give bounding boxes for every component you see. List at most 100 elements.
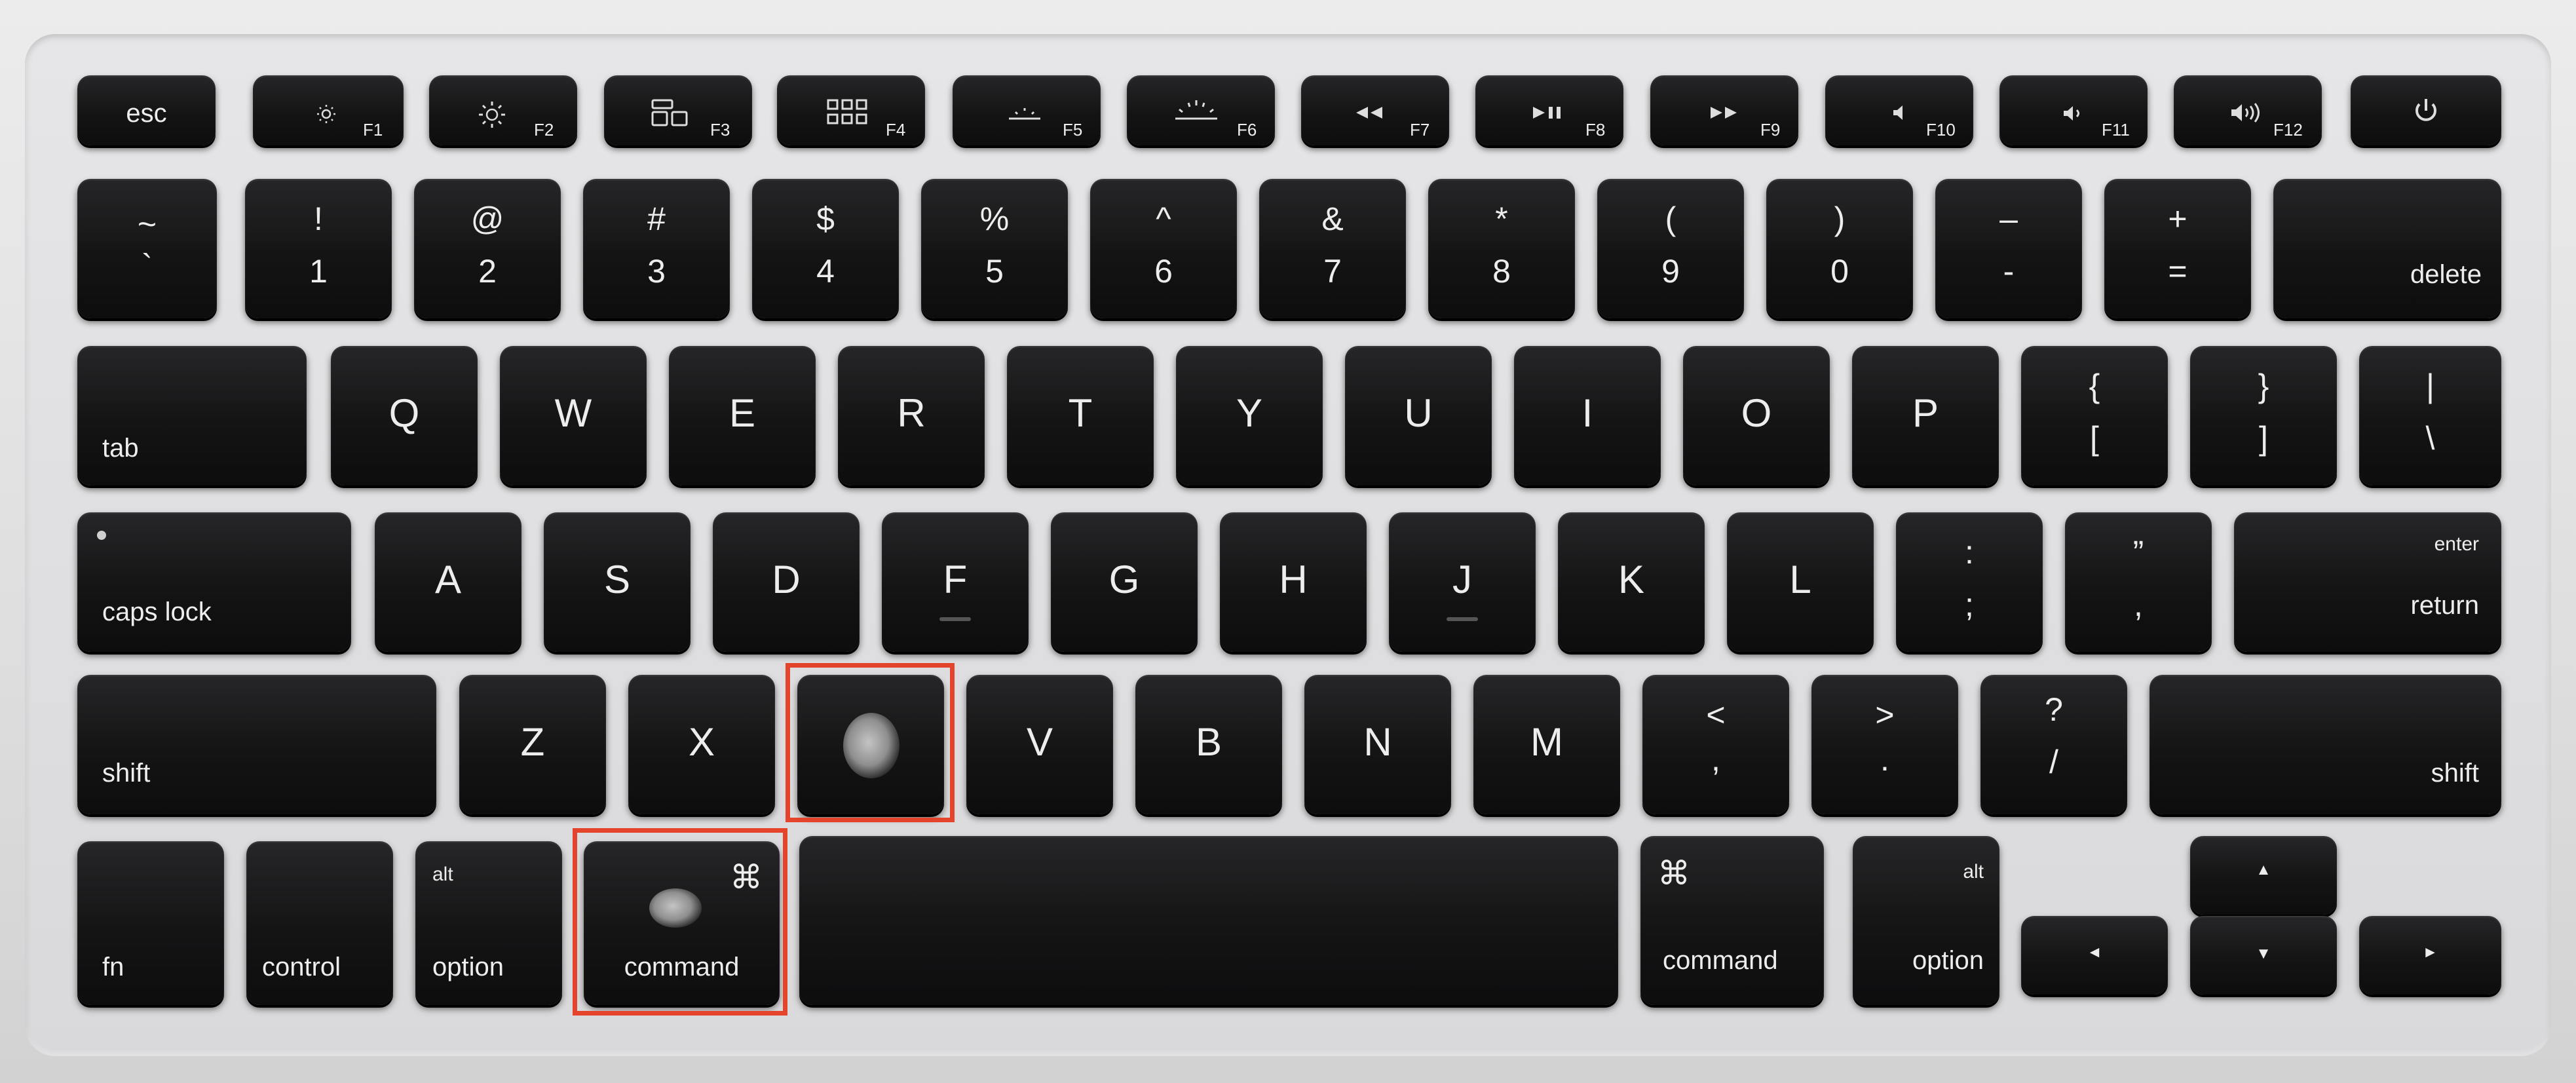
arrow-up-key[interactable]: ▲ [2190, 836, 2337, 915]
arrow-left-icon: ◄ [2087, 943, 2102, 961]
left-bracket-key[interactable]: { [ [2021, 346, 2168, 485]
return-key[interactable]: enter return [2234, 512, 2501, 652]
arrow-right-key[interactable]: ► [2359, 916, 2501, 995]
left-option-label: option [432, 953, 504, 981]
key-q[interactable]: Q [331, 346, 478, 485]
key-7[interactable]: & 7 [1259, 179, 1406, 318]
key-k[interactable]: K [1558, 512, 1705, 652]
key-3[interactable]: # 3 [583, 179, 730, 318]
key-l[interactable]: L [1727, 512, 1874, 652]
right-command-key[interactable]: ⌘ command [1640, 836, 1824, 1005]
control-key[interactable]: control [246, 841, 393, 1005]
slash-key[interactable]: ? / [1980, 675, 2127, 814]
arrow-up-icon: ▲ [2256, 861, 2271, 879]
key-t[interactable]: T [1007, 346, 1154, 485]
key-6[interactable]: ^ 6 [1090, 179, 1237, 318]
esc-key[interactable]: esc [77, 75, 216, 145]
key-i-legend: I [1582, 391, 1593, 435]
key-4[interactable]: $ 4 [752, 179, 899, 318]
key-o[interactable]: O [1683, 346, 1830, 485]
key-d[interactable]: D [713, 512, 860, 652]
arrow-right-icon: ► [2422, 943, 2438, 961]
right-alt-label: alt [1963, 861, 1984, 883]
key-e-legend: E [729, 391, 756, 435]
f3-key[interactable]: F3 [604, 75, 752, 145]
comma-key[interactable]: < , [1642, 675, 1789, 814]
caps-lock-key[interactable]: caps lock [77, 512, 351, 652]
key-k-legend: K [1618, 558, 1645, 601]
key-x[interactable]: X [628, 675, 775, 814]
f6-key[interactable]: F6 [1127, 75, 1275, 145]
f8-key[interactable]: F8 [1475, 75, 1623, 145]
key-z[interactable]: Z [459, 675, 606, 814]
key-n[interactable]: N [1304, 675, 1451, 814]
key-g-legend: G [1108, 558, 1140, 601]
key-8[interactable]: * 8 [1428, 179, 1575, 318]
f4-key[interactable]: F4 [777, 75, 925, 145]
backtick-key[interactable]: ~ ` [77, 179, 217, 318]
f7-key[interactable]: F7 [1301, 75, 1449, 145]
key-a[interactable]: A [375, 512, 521, 652]
key-6-legend: 6 [1154, 253, 1173, 290]
f2-label: F2 [534, 120, 554, 140]
right-option-key[interactable]: alt option [1853, 836, 1999, 1005]
key-v-legend: V [1026, 720, 1053, 764]
tab-key[interactable]: tab [77, 346, 307, 485]
arrow-left-key[interactable]: ◄ [2021, 916, 2168, 995]
f10-label: F10 [1926, 120, 1956, 140]
key-h[interactable]: H [1220, 512, 1367, 652]
f5-key[interactable]: F5 [953, 75, 1101, 145]
right-bracket-key[interactable]: } ] [2190, 346, 2337, 485]
highlight-box-c-key [786, 663, 955, 822]
f1-key[interactable]: F1 [253, 75, 404, 145]
f12-key[interactable]: F12 [2174, 75, 2322, 145]
key-v[interactable]: V [966, 675, 1113, 814]
key-b[interactable]: B [1135, 675, 1282, 814]
key-j[interactable]: J [1389, 512, 1536, 652]
key-5[interactable]: % 5 [921, 179, 1068, 318]
right-option-label: option [1912, 946, 1984, 975]
brightness-up-icon [478, 100, 506, 129]
arrow-down-key[interactable]: ▼ [2190, 916, 2337, 995]
key-f[interactable]: F [882, 512, 1029, 652]
minus-key[interactable]: – - [1935, 179, 2082, 318]
power-key[interactable] [2351, 75, 2501, 145]
key-a-legend: A [434, 558, 462, 601]
key-w[interactable]: W [500, 346, 647, 485]
quote-key[interactable]: ” , [2065, 512, 2212, 652]
key-p[interactable]: P [1852, 346, 1999, 485]
key-m[interactable]: M [1473, 675, 1620, 814]
left-shift-key[interactable]: shift [77, 675, 436, 814]
key-g[interactable]: G [1051, 512, 1198, 652]
key-0[interactable]: ) 0 [1766, 179, 1913, 318]
key-i[interactable]: I [1514, 346, 1661, 485]
f2-key[interactable]: F2 [429, 75, 577, 145]
colon-legend: : [1965, 534, 1974, 571]
backslash-key[interactable]: | \ [2359, 346, 2501, 485]
f11-key[interactable]: F11 [1999, 75, 2148, 145]
mission-control-icon [651, 99, 698, 128]
key-b-legend: B [1195, 720, 1222, 764]
key-r[interactable]: R [838, 346, 985, 485]
period-key[interactable]: > . [1811, 675, 1958, 814]
equals-key[interactable]: + = [2104, 179, 2251, 318]
key-9[interactable]: ( 9 [1597, 179, 1744, 318]
right-shift-key[interactable]: shift [2150, 675, 2501, 814]
right-shift-label: shift [2431, 759, 2479, 788]
key-1[interactable]: ! 1 [245, 179, 392, 318]
delete-key[interactable]: delete [2273, 179, 2501, 318]
f9-key[interactable]: F9 [1650, 75, 1798, 145]
key-y[interactable]: Y [1176, 346, 1323, 485]
key-9-shift-legend: ( [1665, 200, 1676, 237]
key-u[interactable]: U [1345, 346, 1492, 485]
left-brace-legend: { [2089, 368, 2100, 404]
f10-key[interactable]: F10 [1825, 75, 1973, 145]
key-5-shift-legend: % [979, 200, 1010, 237]
key-s[interactable]: S [544, 512, 691, 652]
key-e[interactable]: E [669, 346, 816, 485]
fn-key[interactable]: fn [77, 841, 224, 1005]
left-option-key[interactable]: alt option [415, 841, 562, 1005]
key-2[interactable]: @ 2 [414, 179, 561, 318]
semicolon-key[interactable]: : ; [1896, 512, 2043, 652]
space-bar[interactable] [799, 836, 1618, 1005]
